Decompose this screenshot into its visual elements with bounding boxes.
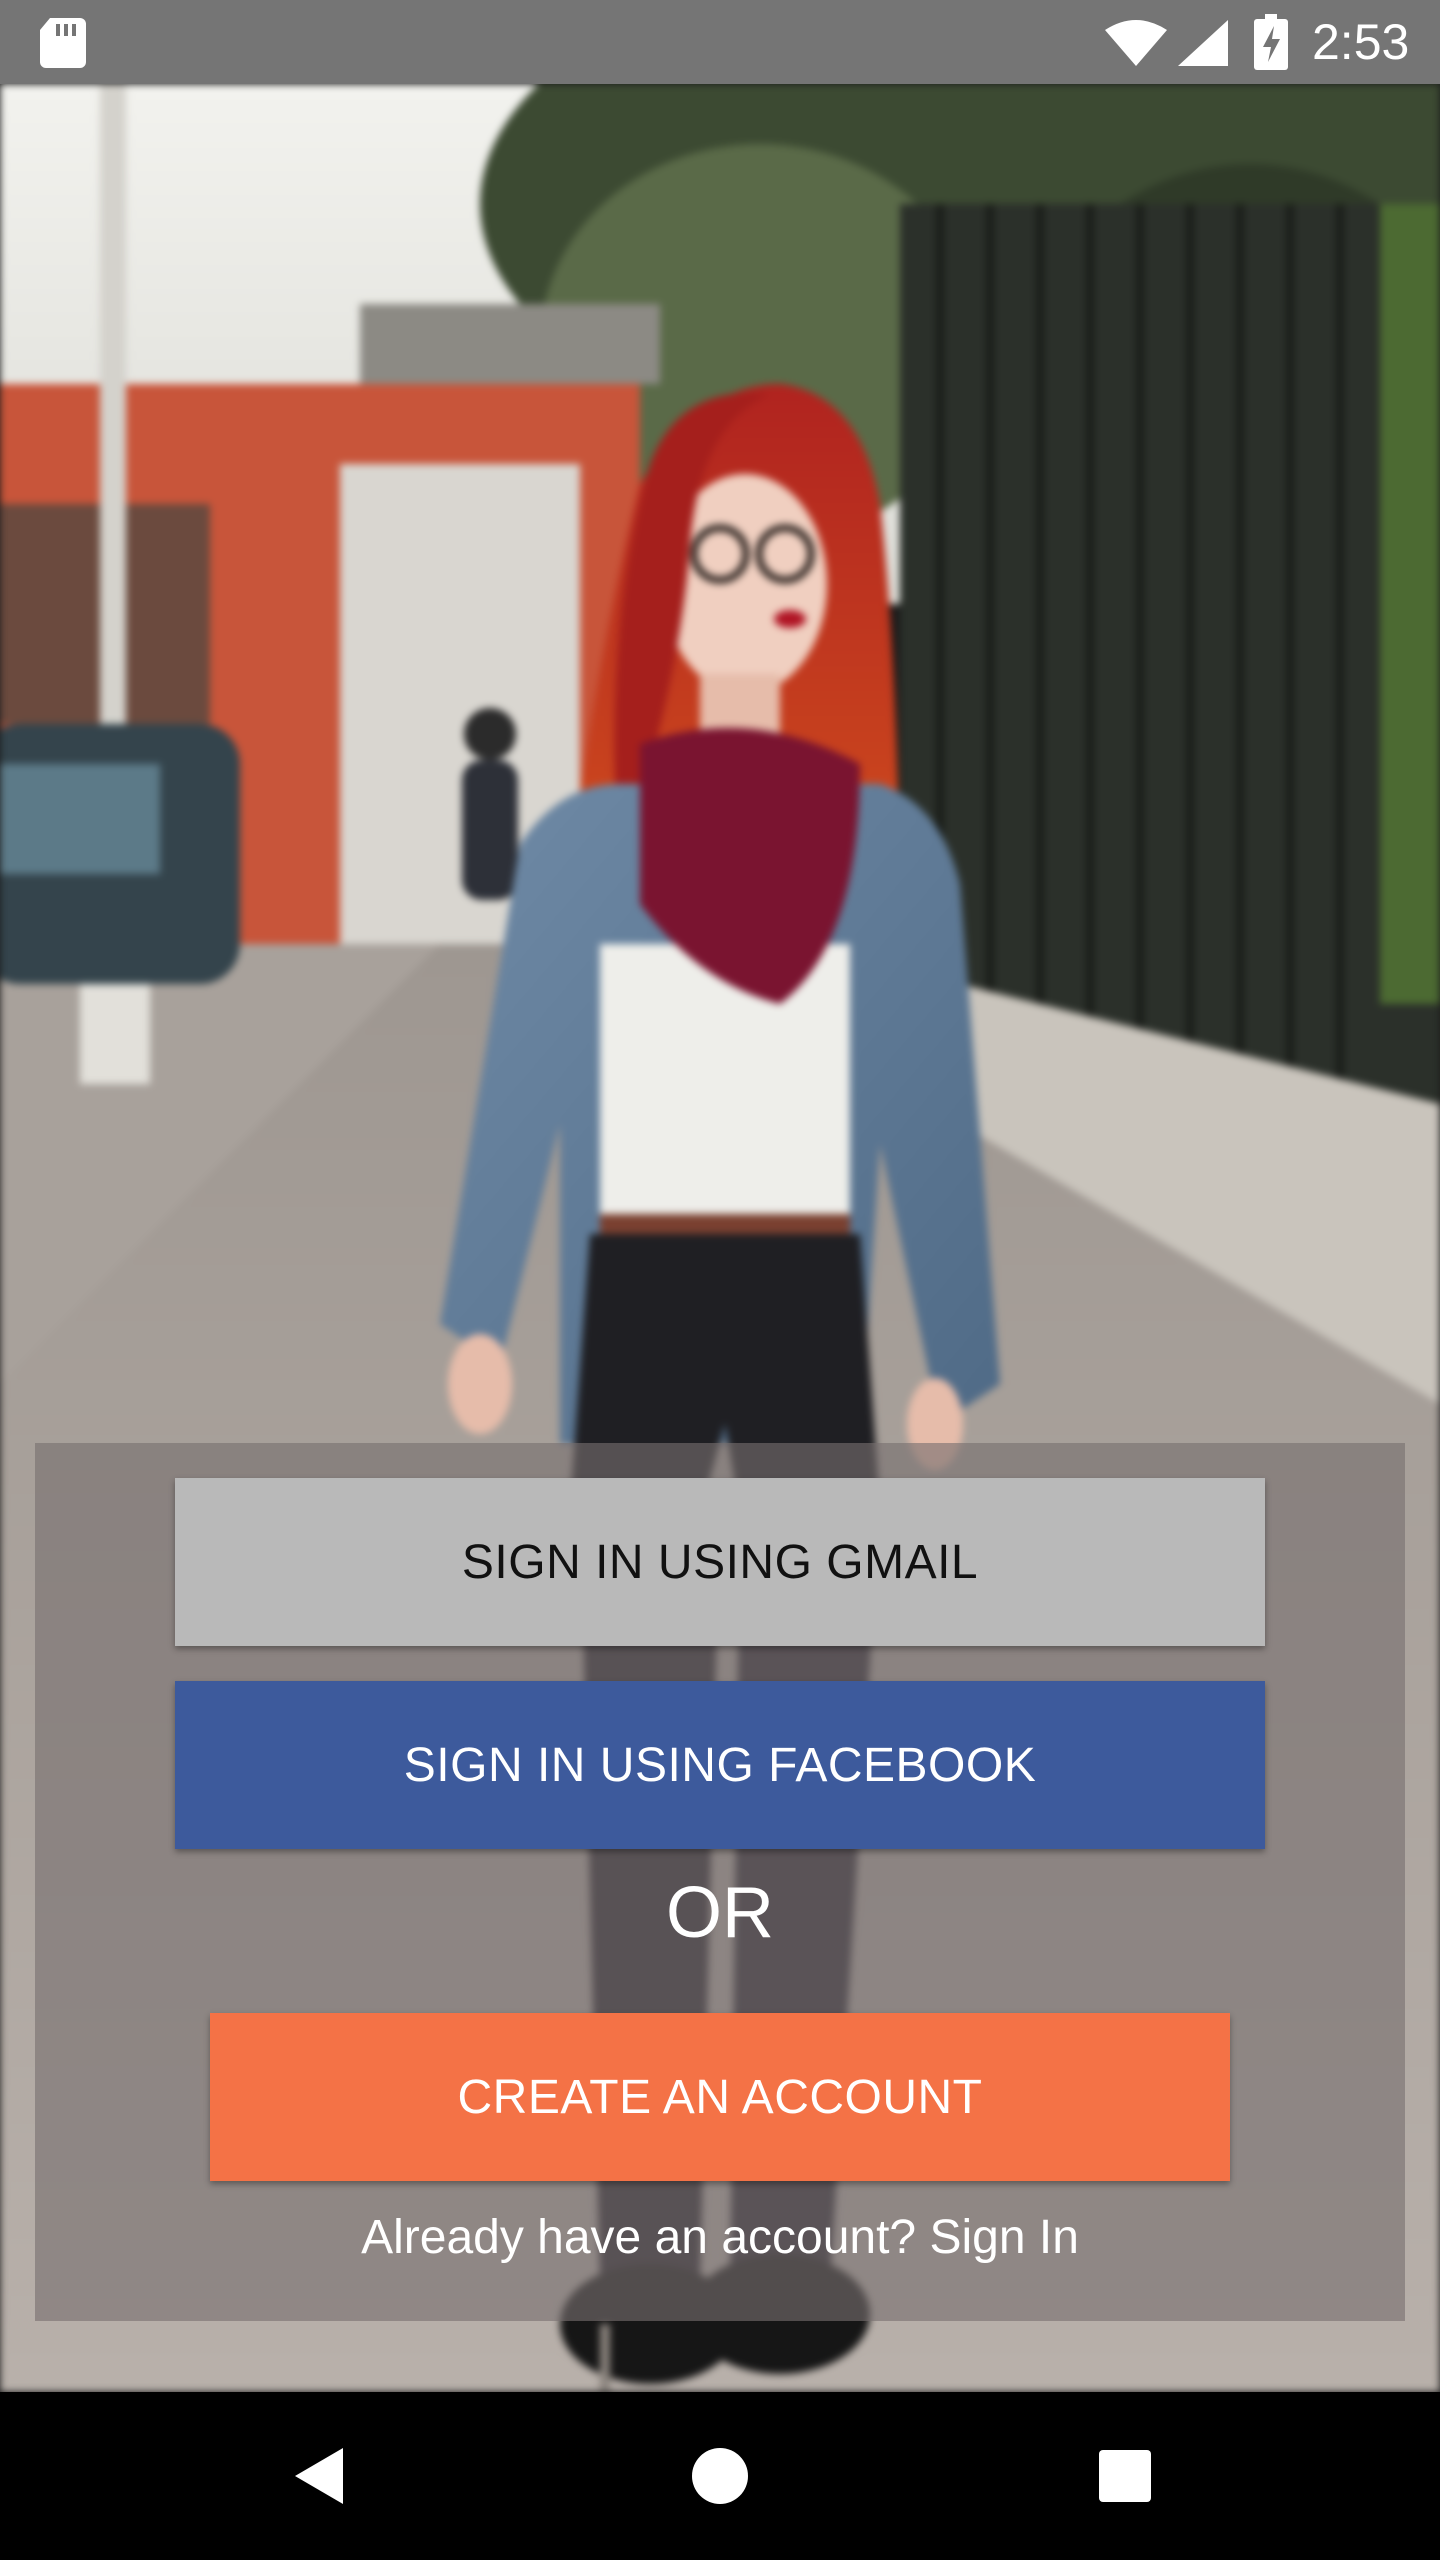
cell-signal-icon bbox=[1178, 20, 1228, 66]
login-screen: 2:53 SIGN IN USING GMAIL SIGN IN USING F… bbox=[0, 0, 1440, 2560]
clock: 2:53 bbox=[1312, 14, 1410, 70]
auth-panel: SIGN IN USING GMAIL SIGN IN USING FACEBO… bbox=[35, 1443, 1405, 2321]
sd-card-icon bbox=[40, 18, 86, 68]
sign-in-gmail-button[interactable]: SIGN IN USING GMAIL bbox=[175, 1478, 1265, 1646]
sign-in-facebook-button[interactable]: SIGN IN USING FACEBOOK bbox=[175, 1681, 1265, 1849]
battery-charging-icon bbox=[1254, 14, 1288, 70]
sign-in-link[interactable]: Already have an account? Sign In bbox=[35, 2203, 1405, 2273]
wifi-icon bbox=[1105, 20, 1167, 66]
create-account-button[interactable]: CREATE AN ACCOUNT bbox=[210, 2013, 1230, 2181]
recents-icon[interactable] bbox=[1075, 2426, 1175, 2526]
navigation-bar bbox=[0, 2392, 1440, 2560]
or-divider-label: OR bbox=[666, 1873, 774, 1953]
back-icon[interactable] bbox=[265, 2426, 365, 2526]
status-bar: 2:53 bbox=[0, 0, 1440, 84]
home-icon[interactable] bbox=[670, 2426, 770, 2526]
